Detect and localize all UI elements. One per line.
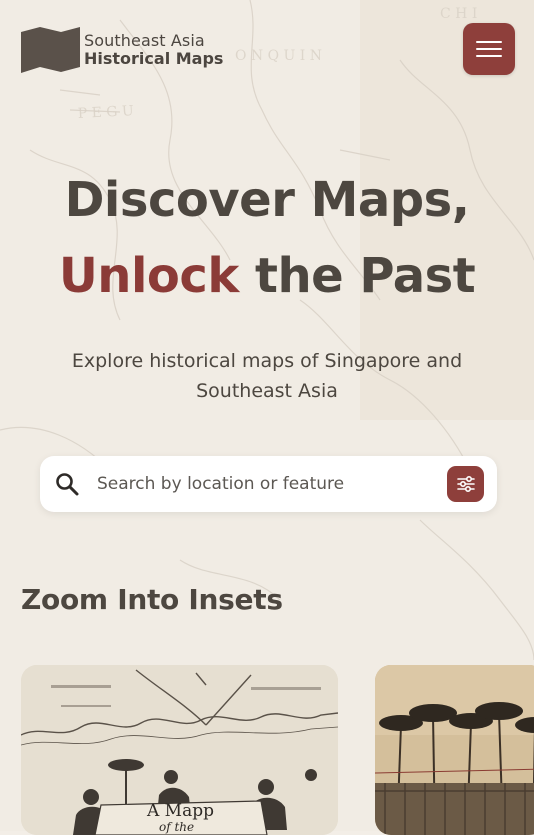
logo-text: Southeast Asia Historical Maps bbox=[84, 32, 223, 67]
card-caption-line-2: of the bbox=[159, 820, 194, 834]
logo-line-1: Southeast Asia bbox=[84, 31, 205, 51]
inset-card[interactable]: A Mapp of the bbox=[21, 665, 338, 835]
inset-image-palms bbox=[375, 665, 534, 835]
sliders-icon bbox=[456, 475, 475, 493]
inset-image-cartouche: A Mapp of the bbox=[21, 665, 338, 835]
filter-button[interactable] bbox=[447, 466, 484, 502]
hamburger-icon bbox=[476, 41, 502, 57]
hero-heading-rest: the Past bbox=[238, 248, 476, 304]
site-logo[interactable]: Southeast Asia Historical Maps bbox=[21, 27, 223, 73]
folded-map-logo-icon bbox=[21, 27, 80, 73]
section-title: Zoom Into Insets bbox=[21, 583, 283, 616]
logo-line-2: Historical Maps bbox=[84, 49, 224, 68]
hero-accent-word: Unlock bbox=[58, 248, 239, 304]
hero-heading-line-1: Discover Maps, bbox=[64, 172, 470, 228]
search-input[interactable] bbox=[97, 456, 427, 512]
inset-card[interactable] bbox=[375, 665, 534, 835]
search-bar bbox=[40, 456, 497, 512]
menu-button[interactable] bbox=[463, 23, 515, 75]
hero-heading-line-2: Unlock the Past bbox=[0, 248, 534, 304]
card-caption-line-1: A Mapp bbox=[146, 801, 214, 821]
hero-subtitle: Explore historical maps of Singapore and… bbox=[71, 350, 463, 402]
page: Southeast Asia Historical Maps Discover … bbox=[0, 0, 534, 835]
search-icon[interactable] bbox=[54, 471, 80, 497]
